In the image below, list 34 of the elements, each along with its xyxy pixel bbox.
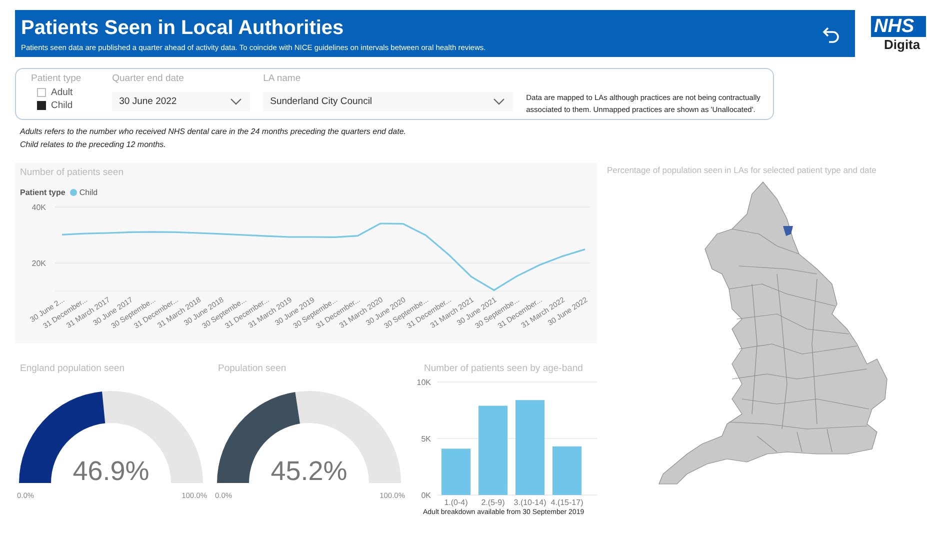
- date-dropdown[interactable]: 30 June 2022: [112, 92, 250, 111]
- gauge-value: 46.9%: [72, 456, 150, 486]
- chevron-down-icon: [493, 98, 506, 106]
- logo-mark: NHS: [871, 16, 926, 37]
- filter-label: Quarter end date: [112, 72, 185, 86]
- axis-category-label: 1.(0-4): [444, 498, 468, 507]
- definition-note: Adults refers to the number who received NHS dental care in the 24 months preceding the quarters end date.: [20, 126, 407, 138]
- age-band-bar: [442, 448, 470, 495]
- logo-word: Digita: [883, 37, 920, 52]
- checkbox-option[interactable]: Adult: [37, 86, 100, 99]
- gauge-title: England population seen: [19, 363, 126, 374]
- gauge-title: Population seen: [217, 363, 288, 374]
- filter-label: Patient type: [31, 72, 82, 86]
- checkbox-option[interactable]: Child: [37, 99, 100, 112]
- map-title: Percentage of population seen in LAs for selected patient type and date: [607, 165, 878, 175]
- la-dropdown[interactable]: Sunderland City Council: [263, 92, 514, 111]
- filter-label: LA name: [263, 72, 302, 86]
- axis-category-label: 3.(10-14): [514, 498, 546, 507]
- axis-tick-label: 10K: [416, 378, 431, 387]
- age-band-bar: [552, 446, 582, 495]
- axis-tick-label: 5K: [421, 434, 431, 444]
- axis-tick-label: 20K: [32, 259, 46, 268]
- legend-title: Patient type: [20, 188, 66, 197]
- chart-title: Number of patients seen: [19, 167, 125, 178]
- legend-label: Child: [79, 188, 98, 197]
- definition-note: Child relates to the preceding 12 months.: [20, 139, 167, 151]
- chart-title: Number of patients seen by age-band: [423, 363, 583, 374]
- axis-category-label: 2.(5-9): [481, 498, 505, 507]
- chevron-down-icon: [230, 98, 242, 106]
- page-title: Patients Seen in Local Authorities: [21, 16, 345, 40]
- axis-tick-label: 40K: [32, 203, 46, 212]
- axis-category-label: 4.(15-17): [550, 498, 584, 507]
- gauge-value: 45.2%: [270, 456, 348, 486]
- axis-tick-label: 0K: [421, 491, 431, 500]
